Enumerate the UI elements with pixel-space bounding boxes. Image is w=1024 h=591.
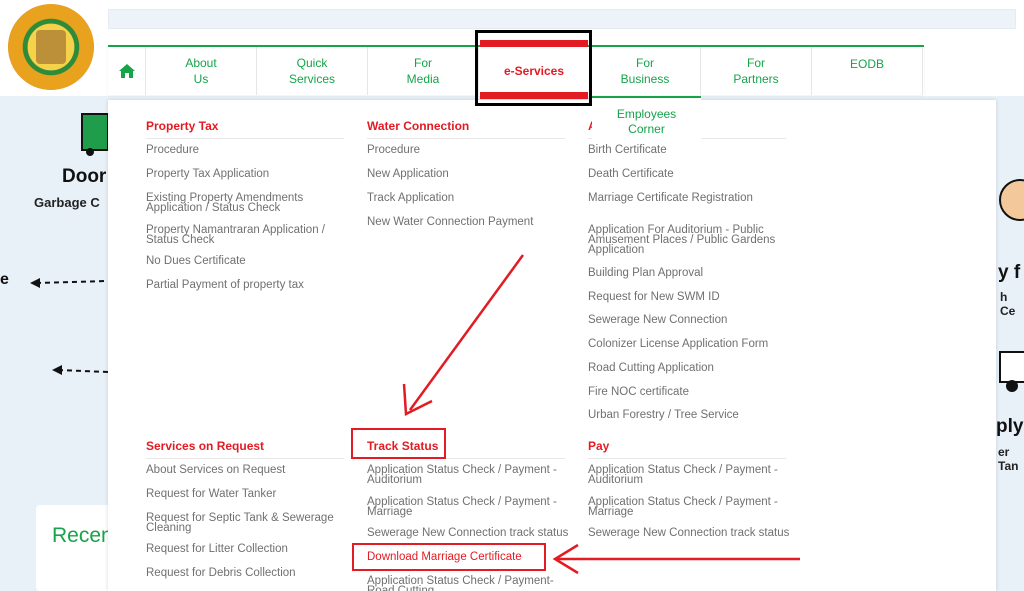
arrow-down-line [408, 254, 525, 411]
annotation-arrows [402, 254, 800, 575]
